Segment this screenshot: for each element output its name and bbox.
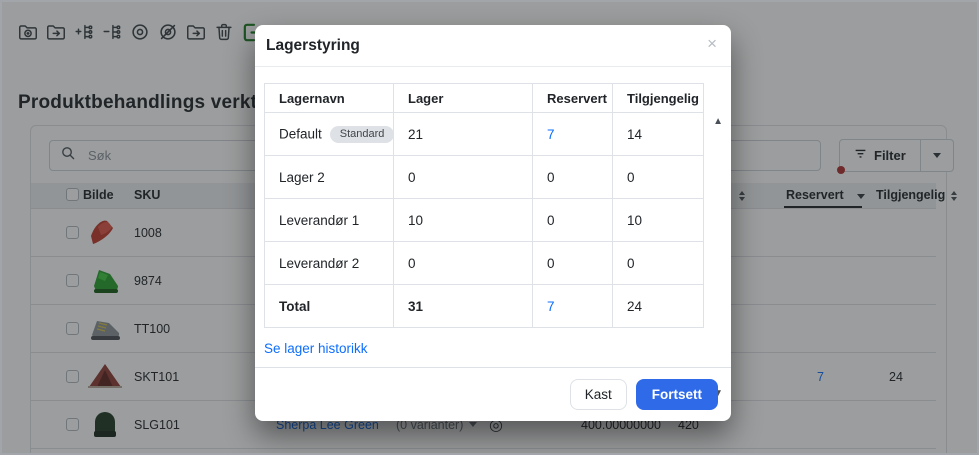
tilgjengelig-value: 10 [613, 199, 704, 242]
inventory-row: Leverandør 1 10 0 10 [265, 199, 704, 242]
col-lagernavn: Lagernavn [265, 84, 394, 113]
inventory-table: Lagernavn Lager Reservert Tilgjengelig D… [264, 83, 704, 328]
close-icon[interactable]: × [707, 35, 717, 52]
lager-value: 0 [394, 156, 533, 199]
reservert-link[interactable]: 7 [533, 113, 613, 156]
total-tilgjengelig: 24 [613, 285, 704, 328]
warehouse-name: Lager 2 [265, 156, 394, 199]
scroll-up-icon[interactable]: ▲ [713, 117, 723, 127]
modal-footer: Kast Fortsett [255, 367, 731, 421]
inventory-modal: Lagerstyring × Lagernavn Lager Reservert… [255, 25, 731, 421]
modal-body: Lagernavn Lager Reservert Tilgjengelig D… [255, 67, 731, 358]
reservert-value: 0 [533, 242, 613, 285]
inventory-total-row: Total 31 7 24 [265, 285, 704, 328]
total-label: Total [265, 285, 394, 328]
tilgjengelig-value: 0 [613, 156, 704, 199]
total-reservert-link[interactable]: 7 [533, 285, 613, 328]
modal-header: Lagerstyring × [255, 25, 731, 67]
total-lager: 31 [394, 285, 533, 328]
warehouse-name: Leverandør 1 [265, 199, 394, 242]
warehouse-name: DefaultStandard [265, 113, 394, 156]
inventory-row: Lager 2 0 0 0 [265, 156, 704, 199]
col-reservert: Reservert [533, 84, 613, 113]
warehouse-name: Leverandør 2 [265, 242, 394, 285]
tilgjengelig-value: 14 [613, 113, 704, 156]
app-window: Produktbehandlings verktøy Filter [0, 0, 979, 455]
reservert-value: 0 [533, 156, 613, 199]
inventory-row: Leverandør 2 0 0 0 [265, 242, 704, 285]
lager-value: 0 [394, 242, 533, 285]
lager-value: 21 [394, 113, 533, 156]
col-tilgjengelig: Tilgjengelig [613, 84, 704, 113]
inventory-row: DefaultStandard 21 7 14 [265, 113, 704, 156]
modal-title: Lagerstyring [266, 37, 360, 55]
tilgjengelig-value: 0 [613, 242, 704, 285]
lager-value: 10 [394, 199, 533, 242]
history-link[interactable]: Se lager historikk [264, 341, 368, 356]
continue-button[interactable]: Fortsett [636, 379, 718, 410]
standard-badge: Standard [330, 126, 394, 143]
inventory-table-header: Lagernavn Lager Reservert Tilgjengelig [265, 84, 704, 113]
discard-button[interactable]: Kast [570, 379, 627, 410]
reservert-value: 0 [533, 199, 613, 242]
col-lager: Lager [394, 84, 533, 113]
